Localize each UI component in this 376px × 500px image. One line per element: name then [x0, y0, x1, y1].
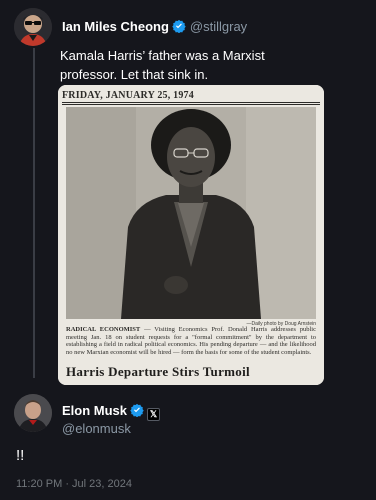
newspaper-date: FRIDAY, JANUARY 25, 1974	[62, 90, 194, 101]
avatar-image	[14, 394, 52, 432]
quoted-author-row[interactable]: Ian Miles Cheong @stillgray	[62, 19, 247, 36]
newspaper-headline: Harris Departure Stirs Turmoil	[66, 364, 250, 379]
main-author-handle[interactable]: @elonmusk	[62, 421, 131, 436]
quoted-author-handle[interactable]: @stillgray	[190, 19, 247, 34]
newspaper-caption: RADICAL ECONOMIST — Visiting Economics P…	[66, 326, 316, 356]
newspaper-rule	[62, 102, 320, 103]
tweet-timestamp[interactable]: 11:20 PM · Jul 23, 2024	[16, 478, 132, 490]
caption-line: — Visiting Economics Prof. Donald Harris…	[140, 326, 296, 333]
avatar-elon-musk[interactable]	[14, 394, 52, 432]
main-tweet-text: !!	[16, 447, 25, 464]
caption-lead: RADICAL ECONOMIST	[66, 326, 141, 333]
quoted-tweet-text-line: Kamala Harris’ father was a Marxist	[60, 48, 265, 63]
thread-line	[33, 48, 35, 378]
quoted-author-name[interactable]: Ian Miles Cheong	[62, 19, 169, 34]
avatar-ian-miles-cheong[interactable]	[14, 8, 52, 46]
affiliate-x-badge-icon[interactable]: 𝕏	[147, 408, 161, 421]
man-portrait-photo	[66, 107, 316, 319]
verified-badge-icon	[172, 19, 186, 36]
caption-line: the basis for some of the student compla…	[195, 348, 312, 356]
quoted-tweet-text: Kamala Harris’ father was a Marxist prof…	[60, 46, 360, 84]
newspaper-rule	[62, 104, 320, 105]
verified-badge-icon	[130, 403, 144, 420]
avatar-image	[14, 8, 52, 46]
quoted-tweet-text-line: professor. Let that sink in.	[60, 67, 209, 82]
main-author-name[interactable]: Elon Musk	[62, 403, 127, 418]
newspaper-clipping-image[interactable]: FRIDAY, JANUARY 25, 1974 —Daily photo by…	[58, 85, 324, 385]
main-author-row[interactable]: Elon Musk 𝕏	[62, 403, 161, 421]
newspaper-photo	[66, 107, 316, 319]
newspaper-page: FRIDAY, JANUARY 25, 1974 —Daily photo by…	[58, 85, 324, 385]
